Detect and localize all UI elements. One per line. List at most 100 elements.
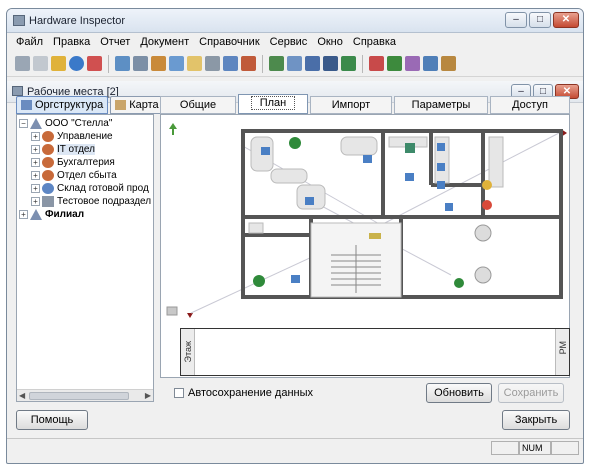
- tab-parameters[interactable]: Параметры: [394, 96, 488, 114]
- test-unit-icon: [42, 196, 54, 207]
- print-icon[interactable]: [15, 56, 30, 71]
- menu-reference[interactable]: Справочник: [194, 36, 265, 48]
- tab-plan-label: План: [250, 96, 296, 110]
- computer-icon[interactable]: [261, 147, 270, 155]
- computer-icon[interactable]: [291, 275, 300, 283]
- app-title: Hardware Inspector: [29, 15, 125, 27]
- computer-icon[interactable]: [405, 173, 414, 181]
- tab-import[interactable]: Импорт: [310, 96, 392, 114]
- tree-expander[interactable]: +: [19, 210, 28, 219]
- tree-node-accounting[interactable]: + Бухгалтерия: [31, 156, 115, 169]
- ip-icon[interactable]: [305, 56, 320, 71]
- phone-icon[interactable]: [405, 143, 415, 153]
- status-cell: [491, 441, 519, 455]
- tree-node-management[interactable]: + Управление: [31, 130, 113, 143]
- tab-org-structure[interactable]: Оргструктура: [16, 96, 109, 114]
- menu-document[interactable]: Документ: [135, 36, 194, 48]
- tree-node-label: Отдел сбыта: [57, 170, 117, 181]
- floor-side-right: РМ: [555, 329, 569, 375]
- computer-icon[interactable]: [445, 203, 453, 211]
- software-icon[interactable]: [151, 56, 166, 71]
- desk: [340, 136, 378, 156]
- menu-help[interactable]: Справка: [348, 36, 401, 48]
- scroll-left-icon[interactable]: ◀: [19, 391, 25, 400]
- workplace-label: РМ: [558, 341, 568, 355]
- tree-node-company[interactable]: − ООО "Стелла": [19, 117, 112, 130]
- computers-icon[interactable]: [133, 56, 148, 71]
- tree-node-branch[interactable]: + Филиал: [19, 208, 84, 221]
- armchair-icon: [474, 224, 492, 242]
- minimize-button[interactable]: –: [505, 12, 527, 28]
- tree-expander[interactable]: +: [31, 184, 40, 193]
- tree-expander[interactable]: +: [31, 158, 40, 167]
- tree-expander[interactable]: +: [31, 132, 40, 141]
- search-icon[interactable]: [205, 56, 220, 71]
- tree-node-test-unit[interactable]: + Тестовое подраздел: [31, 195, 151, 208]
- wizard-icon[interactable]: [51, 56, 66, 71]
- scroll-right-icon[interactable]: ▶: [145, 391, 151, 400]
- tree-expander[interactable]: +: [31, 145, 40, 154]
- num-lock-indicator: NUM: [519, 441, 551, 455]
- tree-expander[interactable]: −: [19, 119, 28, 128]
- floor-strip[interactable]: Этаж РМ: [180, 328, 570, 376]
- lamp-icon[interactable]: [482, 180, 492, 190]
- inventory-icon[interactable]: [423, 56, 438, 71]
- numbering-icon[interactable]: [323, 56, 338, 71]
- menu-edit[interactable]: Правка: [48, 36, 95, 48]
- autosave-checkbox[interactable]: [174, 388, 184, 398]
- menu-report[interactable]: Отчет: [95, 36, 135, 48]
- user-icon[interactable]: [241, 56, 256, 71]
- tab-general[interactable]: Общие: [160, 96, 236, 114]
- tools-icon[interactable]: [405, 56, 420, 71]
- details-tabs: Общие План Импорт Параметры Доступ: [160, 94, 570, 114]
- chart-icon[interactable]: [341, 56, 356, 71]
- save-button[interactable]: Сохранить: [498, 383, 564, 403]
- tree-node-warehouse[interactable]: + Склад готовой прод: [31, 182, 149, 195]
- upload-arrow-icon[interactable]: [169, 123, 177, 135]
- info-icon[interactable]: [69, 56, 84, 71]
- employees-icon[interactable]: [387, 56, 402, 71]
- tree-node-label: ООО "Стелла": [45, 118, 113, 129]
- tree-node-label: Тестовое подраздел: [57, 196, 152, 207]
- status-cell: [551, 441, 579, 455]
- document-icon[interactable]: [33, 56, 48, 71]
- help-button[interactable]: Помощь: [16, 410, 88, 430]
- scan-icon[interactable]: [169, 56, 184, 71]
- refresh-button[interactable]: Обновить: [426, 383, 492, 403]
- computer-icon[interactable]: [305, 197, 314, 205]
- tree-node-it-department[interactable]: + IT отдел: [31, 143, 95, 156]
- floor-label: Этаж: [183, 341, 193, 363]
- orders-icon[interactable]: [441, 56, 456, 71]
- tree-horizontal-scrollbar[interactable]: ◀ ▶: [17, 389, 153, 401]
- maximize-button[interactable]: □: [529, 12, 551, 28]
- computer-icon[interactable]: [437, 143, 445, 151]
- scroll-thumb[interactable]: [29, 392, 129, 400]
- computer-icon[interactable]: [437, 181, 445, 189]
- grid-icon[interactable]: [166, 306, 178, 316]
- tab-access[interactable]: Доступ: [490, 96, 570, 114]
- tab-map[interactable]: Карта: [110, 96, 164, 114]
- tree-expander[interactable]: +: [31, 197, 40, 206]
- tree-expander[interactable]: +: [31, 171, 40, 180]
- employee-icon[interactable]: [369, 56, 384, 71]
- close-window-button[interactable]: ✕: [553, 12, 579, 28]
- department-icon: [42, 157, 54, 168]
- menu-file[interactable]: Файл: [11, 36, 48, 48]
- menu-service[interactable]: Сервис: [265, 36, 313, 48]
- tab-plan[interactable]: План: [238, 94, 308, 114]
- key-icon[interactable]: [187, 56, 202, 71]
- workplace-icon[interactable]: [269, 56, 284, 71]
- monitor-icon[interactable]: [223, 56, 238, 71]
- menu-window[interactable]: Окно: [312, 36, 348, 48]
- close-button[interactable]: Закрыть: [502, 410, 570, 430]
- computer-icon[interactable]: [437, 163, 445, 171]
- settings-icon[interactable]: [87, 56, 102, 71]
- hardware-icon[interactable]: [287, 56, 302, 71]
- computer-icon[interactable]: [363, 155, 372, 163]
- network-icon[interactable]: [115, 56, 130, 71]
- toolbar-separator: [108, 54, 109, 73]
- tree-node-sales[interactable]: + Отдел сбыта: [31, 169, 117, 182]
- alert-icon[interactable]: [482, 200, 492, 210]
- printer-icon[interactable]: [369, 233, 381, 239]
- pointer-down-icon: [187, 313, 193, 318]
